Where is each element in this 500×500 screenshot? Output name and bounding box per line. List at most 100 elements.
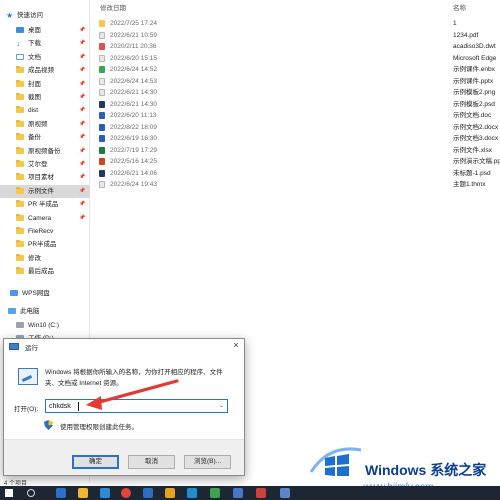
file-type-icon [99, 77, 105, 85]
file-name[interactable]: 示例模板2.psd [453, 99, 495, 110]
taskbar-app-6[interactable] [187, 488, 197, 498]
open-combobox[interactable]: ⌄ [45, 399, 228, 413]
file-modified-date: 2022/7/25 17:24 [110, 20, 157, 27]
taskbar-app-9[interactable] [256, 488, 266, 498]
pin-icon[interactable]: 📌 [79, 24, 85, 37]
taskbar-app-3[interactable] [121, 488, 131, 498]
folder-icon[interactable] [78, 488, 88, 498]
pin-icon[interactable]: 📌 [79, 64, 85, 77]
column-header-date[interactable]: 修改日期 [100, 2, 126, 12]
file-row[interactable]: 2022/6/24 14:53 [96, 76, 196, 87]
file-name[interactable]: 示例文档.doc [453, 110, 491, 121]
file-name[interactable]: acadiso3D.dwt [453, 41, 496, 52]
taskbar-app-2[interactable] [100, 488, 110, 498]
file-name[interactable]: 示例文档2.docx [453, 122, 498, 133]
pin-icon[interactable]: 📌 [79, 212, 85, 225]
file-name[interactable]: 1 [453, 18, 457, 29]
nav-item-label: 项目素材 [28, 174, 54, 182]
taskbar-app-1[interactable] [56, 488, 66, 498]
pin-icon[interactable]: 📌 [79, 131, 85, 144]
taskbar-app-5[interactable] [165, 488, 175, 498]
nav-item-label: 艾尔登 [28, 161, 48, 168]
sidebar-item-17[interactable]: 修改 [0, 252, 90, 265]
sidebar-item-15[interactable]: FileRecv [0, 225, 90, 238]
sidebar-item-8[interactable]: 备份 📌 [0, 131, 90, 144]
sidebar-item-1[interactable]: ↓ 下载 📌 [0, 37, 90, 50]
file-name[interactable]: 示例文件.xlsx [453, 145, 492, 156]
file-name[interactable]: 示例课件.enbx [453, 64, 495, 75]
sidebar-item-9[interactable]: 原视频备份 📌 [0, 145, 90, 158]
pin-icon[interactable]: 📌 [79, 171, 85, 184]
pin-icon[interactable]: 📌 [79, 185, 85, 198]
run-dialog-titlebar[interactable]: 运行 × [4, 339, 244, 354]
file-row[interactable]: 2022/6/24 19:43 [96, 179, 196, 190]
file-name[interactable]: 1234.pdf [453, 30, 478, 41]
file-row[interactable]: 2022/6/21 14:06 [96, 168, 196, 179]
file-name[interactable]: 示例文档3.docx [453, 133, 498, 144]
search-icon[interactable] [27, 489, 35, 497]
file-row[interactable]: 2022/6/24 14:52 [96, 64, 196, 75]
taskbar-app-10[interactable] [280, 488, 290, 498]
file-row[interactable]: 2022/6/21 14:30 [96, 87, 196, 98]
pin-icon[interactable]: 📌 [79, 91, 85, 104]
sidebar-item-6[interactable]: dist 📌 [0, 104, 90, 117]
sidebar-item-18[interactable]: 最后成品 [0, 265, 90, 278]
nav-this-pc[interactable]: 此电脑 [0, 305, 90, 318]
file-row[interactable]: 2022/5/16 14:25 [96, 156, 196, 167]
pin-icon[interactable]: 📌 [79, 78, 85, 91]
close-button[interactable]: × [230, 340, 242, 350]
file-name[interactable]: 示例模板2.png [453, 87, 495, 98]
pin-icon[interactable]: 📌 [79, 104, 85, 117]
taskbar-app-4[interactable] [143, 488, 153, 498]
sidebar-item-4[interactable]: 封面 📌 [0, 78, 90, 91]
sidebar-item-11[interactable]: 项目素材 📌 [0, 171, 90, 184]
file-name[interactable]: 主题1.thmx [453, 179, 486, 190]
file-row[interactable]: 2022/7/19 17:29 [96, 145, 196, 156]
file-row[interactable]: 2022/6/20 15:15 [96, 53, 196, 64]
file-name[interactable]: Microsoft Edge [453, 53, 496, 64]
sidebar-item-16[interactable]: PR半成品 [0, 238, 90, 251]
sidebar-item-7[interactable]: 原视频 📌 [0, 118, 90, 131]
pin-icon[interactable]: 📌 [79, 51, 85, 64]
pin-icon[interactable]: 📌 [79, 198, 85, 211]
run-app-icon [9, 343, 19, 350]
file-row[interactable]: 2022/6/21 14:30 [96, 99, 196, 110]
taskbar [0, 486, 500, 500]
nav-quick-access[interactable]: ★ 快速访问 [0, 9, 90, 22]
sidebar-item-14[interactable]: Camera 📌 [0, 212, 90, 225]
sidebar-item-5[interactable]: 截图 📌 [0, 91, 90, 104]
start-button[interactable] [4, 488, 14, 498]
sidebar-item-10[interactable]: 艾尔登 📌 [0, 158, 90, 171]
file-row[interactable]: 2022/8/22 18:09 [96, 122, 196, 133]
file-name[interactable]: 示例演示文稿.pptx [453, 156, 500, 167]
cancel-button[interactable]: 取消 [128, 455, 175, 469]
nav-item-label: Win10 (C:) [28, 322, 60, 329]
folder-icon [16, 79, 24, 87]
pin-icon[interactable]: 📌 [79, 158, 85, 171]
nav-drive-c[interactable]: Win10 (C:) [0, 319, 90, 332]
sidebar-item-0[interactable]: 桌面 📌 [0, 24, 90, 37]
ok-button[interactable]: 确定 [72, 455, 119, 469]
sidebar-item-12[interactable]: 示例文件 📌 [0, 184, 90, 198]
pin-icon[interactable]: 📌 [79, 118, 85, 131]
file-row[interactable]: 2022/6/21 10:59 [96, 30, 196, 41]
browse-button[interactable]: 浏览(B)... [184, 455, 231, 469]
command-input[interactable] [49, 401, 209, 412]
taskbar-app-8[interactable] [233, 488, 243, 498]
taskbar-app-7[interactable] [210, 488, 220, 498]
file-row[interactable]: 2022/7/25 17:24 [96, 18, 196, 29]
sidebar-item-2[interactable]: 文档 📌 [0, 51, 90, 64]
pin-icon[interactable]: 📌 [79, 37, 85, 50]
column-header-name[interactable]: 名称 [453, 2, 466, 12]
sidebar-item-13[interactable]: PR 半成品 📌 [0, 198, 90, 211]
file-row[interactable]: 2022/6/20 11:13 [96, 110, 196, 121]
file-name[interactable]: 未标题-1.psd [453, 168, 491, 179]
sidebar-item-3[interactable]: 成品视频 📌 [0, 64, 90, 77]
file-row[interactable]: 2022/6/19 16:30 [96, 133, 196, 144]
nav-wps[interactable]: WPS网盘 [0, 287, 90, 300]
file-row[interactable]: 2020/2/11 20:36 [96, 41, 196, 52]
file-name[interactable]: 示例课件.pptx [453, 76, 493, 87]
chevron-down-icon[interactable]: ⌄ [219, 402, 224, 409]
pin-icon[interactable]: 📌 [79, 145, 85, 158]
run-dialog: 运行 × Windows 将根据你所输入的名称，为你打开相应的程序、文件夹、文档… [3, 338, 245, 476]
